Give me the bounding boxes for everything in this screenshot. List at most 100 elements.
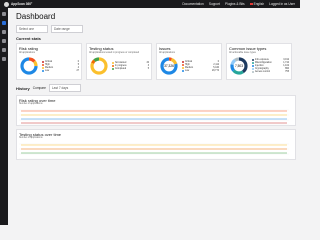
legend-item: Critical 0 [42,60,79,63]
user-menu[interactable]: Logged in as User [269,2,295,6]
legend-value: 0 [217,60,219,63]
chart-subtitle: Number of applications [19,136,43,139]
legend-item: Misconfiguration 1,744 [252,62,289,64]
history-range-select[interactable]: Last 7 days [48,84,81,92]
card-body: Not started 34 In progress 3 Completed 5 [89,56,149,76]
history-title: History [16,85,30,91]
legend-dot-icon [112,65,114,67]
chart-subtitle: Number of applications [19,102,43,105]
stat-card[interactable]: Testing status All applications tested i… [86,43,152,80]
legend-label: Medium [185,66,194,69]
nav-plugins[interactable]: Plugins & Bits [225,2,245,6]
legend-dot-icon [112,62,114,64]
brand[interactable]: AppScan 360° [0,1,32,7]
legend-dot-icon [252,62,254,64]
legend-value: 5 [77,63,79,66]
nav-documentation[interactable]: Documentation [182,2,203,6]
legend-dot-icon [252,68,254,70]
legend-label: Medium [45,66,54,69]
legend-dot-icon [42,60,44,63]
legend-label: Cryptography [255,68,269,70]
donut-chart [90,57,108,75]
legend-value: 34 [146,62,149,64]
stat-card[interactable]: Common issue types All actionable issue … [226,43,292,80]
flag-icon [249,3,253,5]
compare-label: Compare [32,86,46,90]
legend-dot-icon [42,66,44,69]
legend-item: Not started 34 [112,62,149,64]
legend-item: Access control 755 [252,71,289,73]
legend-dot-icon [42,63,44,66]
applications-icon[interactable] [2,30,6,34]
legend-value: 3 [147,65,149,67]
legend-value: 0 [77,60,79,63]
legend-label: In progress [115,65,127,67]
legend-value: 755 [285,71,289,73]
card-subtitle: All actionable issue types [229,51,256,54]
legend-dot-icon [252,65,254,67]
top-nav: Documentation Support Plugins & Bits Eng… [182,2,300,6]
legend-value: 1,102 [283,65,289,67]
risk-rating-lines [19,109,289,125]
legend-item: Critical 0 [182,60,219,63]
card-subtitle: All applications [19,51,35,54]
legend-dot-icon [182,63,184,66]
legend-value: 4 [77,66,79,69]
filter-select-1[interactable]: Select one [16,25,48,33]
scans-icon[interactable] [2,39,6,43]
card-title: Testing status [89,45,114,51]
legend-item: Low 29,774 [182,69,219,72]
legend-value: 2,112 [213,63,219,66]
card-title: Common issue types [229,45,267,51]
testing-status-lines [19,143,289,159]
top-bar: AppScan 360° Documentation Support Plugi… [0,0,300,8]
legend-label: Critical [45,60,53,63]
legend-value: 5 [147,68,149,70]
history-bar: History Compare Last 7 days [16,84,296,92]
legend-dot-icon [112,68,114,70]
nav-support[interactable]: Support [209,2,220,6]
page-title: Dashboard [16,12,56,21]
legend-label: Access control [255,71,270,73]
legend-item: Medium 5,440 [182,66,219,69]
testing-status-chart: Testing status over time Number of appli… [16,129,296,160]
card-legend: Info exposure 3,012 Misconfiguration 1,7… [252,59,289,73]
legend-item: Medium 4 [42,66,79,69]
legend-value: 27 [76,69,79,72]
legend-label: Low [45,69,50,72]
card-subtitle: All applications [159,51,175,54]
reports-icon[interactable] [2,48,6,52]
card-title: Issues [159,45,171,51]
donut-center-value: 7,503 [235,64,243,68]
legend-label: Not started [115,62,127,64]
language-selector[interactable]: English [249,2,265,6]
legend-label: Critical [185,60,193,63]
legend-label: Injection [255,65,264,67]
language-label: English [253,2,265,6]
dashboard-icon[interactable] [2,21,6,25]
legend-item: Info exposure 3,012 [252,59,289,61]
legend-value: 29,774 [211,69,219,72]
stats-cards: Risk rating All applications Critical 0 … [16,43,296,80]
donut-chart [20,57,38,75]
card-body: 7,503 Info exposure 3,012 Misconfigurati… [229,56,289,76]
legend-label: Low [185,69,190,72]
legend-dot-icon [182,69,184,72]
legend-label: High [185,63,190,66]
legend-value: 3,012 [283,59,289,61]
legend-dot-icon [252,59,254,61]
card-legend: Critical 0 High 2,112 Medium 5,440 Low 2… [182,60,219,72]
legend-item: In progress 3 [112,65,149,67]
legend-label: Completed [115,68,127,70]
filter-select-2[interactable]: Date range [51,25,83,33]
card-title: Risk rating [19,45,38,51]
legend-value: 5,440 [213,66,219,69]
stat-card[interactable]: Risk rating All applications Critical 0 … [16,43,82,80]
donut-chart: 37,326 [160,57,178,75]
card-legend: Critical 0 High 5 Medium 4 Low 27 [42,60,79,72]
settings-icon[interactable] [2,57,6,61]
legend-label: Misconfiguration [255,62,272,64]
menu-icon[interactable] [2,12,6,16]
legend-label: High [45,63,50,66]
stat-card[interactable]: Issues All applications 37,326 Critical … [156,43,222,80]
